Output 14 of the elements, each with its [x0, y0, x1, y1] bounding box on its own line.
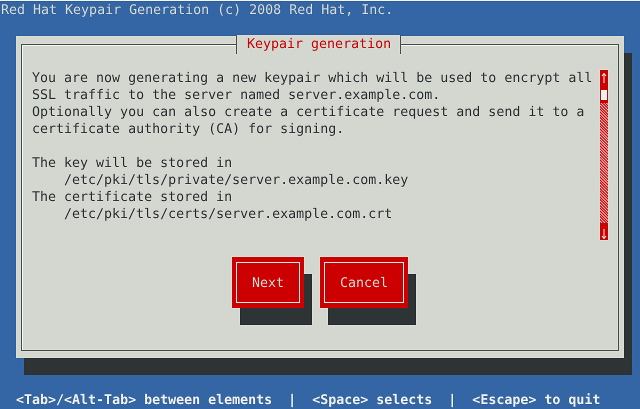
message-text: You are now generating a new keypair which will be used to encrypt all — [32, 70, 594, 87]
message-text: Optionally you can also create a certificate request and send it to a — [32, 104, 586, 121]
file-path: /etc/pki/tls/certs/server.example.com.crt — [63, 206, 394, 223]
screen-title: Red Hat Keypair Generation (c) 2008 Red Hat, Inc. — [0, 0, 640, 20]
scroll-bar[interactable] — [600, 70, 608, 240]
dialog-title: Keypair generation — [236, 35, 402, 54]
message-text: certificate authority (CA) for signing. — [32, 121, 346, 138]
cancel-button[interactable]: Cancel — [320, 257, 408, 308]
message-text: The certificate stored in — [32, 189, 234, 206]
next-button[interactable]: Next — [232, 257, 304, 308]
help-line: <Tab>/<Alt-Tab> between elements | <Space> selects | <Escape> to quit — [16, 392, 600, 409]
message-text: SSL traffic to the server named server.example.com. — [32, 87, 442, 104]
file-path: /etc/pki/tls/private/server.example.com.key — [63, 172, 410, 189]
message-text: The key will be stored in — [32, 155, 234, 172]
